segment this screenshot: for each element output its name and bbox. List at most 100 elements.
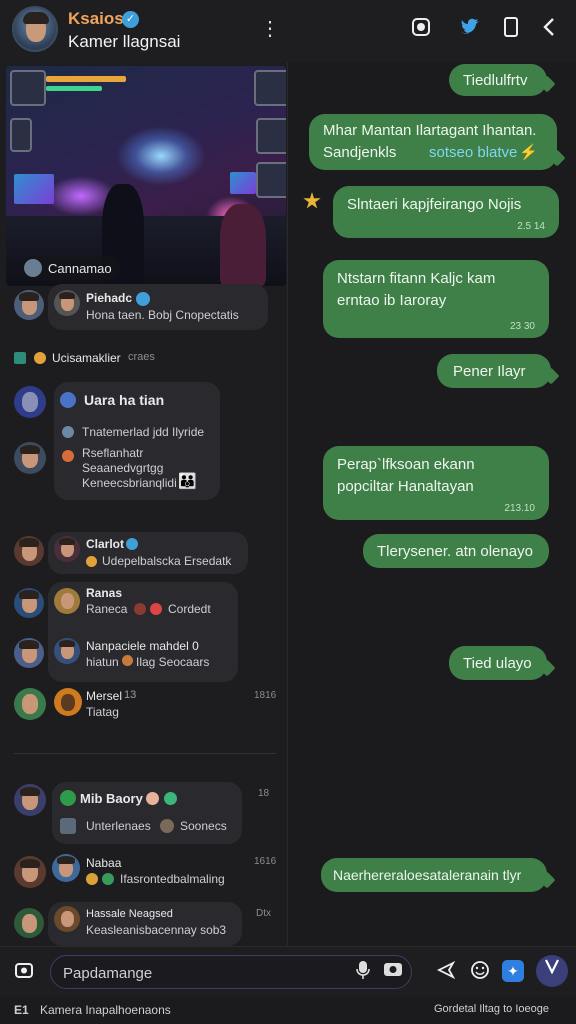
avatar[interactable] [14,442,46,474]
message-bubble[interactable]: Mhar Mantan Ilartagant Ihantan. Sandjenk… [309,114,566,170]
emoji-icon [122,655,133,666]
star-icon[interactable] [303,192,321,209]
message-input-wrap [50,955,412,989]
message-text: Pener Ilayr [453,363,526,380]
figure-silhouette [220,204,266,286]
row-title: Piehadc [86,291,133,305]
camera-icon[interactable] [12,960,36,984]
row-preview: Raneca [86,602,128,616]
message-text: Ntstarn fitann Kaljc kam [337,270,496,287]
row-title: Ranas [86,586,123,600]
caption-avatar [24,259,42,277]
row-extra: Ilag Seocaars [136,655,210,669]
row-preview: Udepelbalscka Ersedatk [102,554,232,568]
row-title: Hassale Neagsed [86,908,173,920]
row-extra: Cordedt [168,602,211,616]
message-bubble[interactable]: Tlerysener. atn olenayo [363,534,549,568]
chat-row[interactable] [48,284,268,330]
row-preview: Tiatag [86,705,119,719]
emoji-icon [150,603,162,615]
hero-media-image[interactable]: Cannamao [6,66,286,286]
camera-icon[interactable] [381,960,405,984]
message-bubble[interactable]: Pener Ilayr [437,354,560,388]
row-title: Mib Baory [80,791,143,806]
footer-left-text: Kamera Inapalhoenaons [40,1003,171,1017]
hud-bar-secondary [46,86,102,91]
row-preview: Unterlenaes [86,819,151,833]
message-time: 23 30 [509,321,535,332]
bot-icon[interactable] [536,955,568,987]
emoji-icon [86,873,98,885]
alert-icon [62,450,74,462]
hero-avatar-thumb [10,70,46,106]
plus-icon[interactable]: ✦ [502,960,524,982]
avatar [54,588,80,614]
message-time: 213.10 [504,503,535,514]
avatar[interactable] [14,856,46,888]
footer-right-text: Gordetal Iltag to Ioeoge [434,1003,549,1015]
row-preview: Hona taen. Bobj Cnopectatis [86,308,239,322]
emoji-icon [34,352,46,364]
back-chevron-icon[interactable] [536,16,562,42]
row-extra: Soonecs [180,819,227,833]
contact-name-top[interactable]: Ksaios [68,9,124,29]
avatar [52,854,80,882]
hero-avatar-thumb [256,162,286,198]
emoji-picker-icon[interactable] [468,960,492,984]
contact-avatar[interactable] [12,6,58,52]
keyboard-icon[interactable]: E1 [14,1003,29,1017]
message-bubble[interactable]: Tied ulayo [449,646,556,680]
contact-name-bottom[interactable]: Kamer llagnsai [68,32,180,52]
thumbnail-icon [60,818,76,834]
avatar[interactable] [14,588,44,618]
avatar [54,290,80,316]
message-time: 2.5 14 [517,221,545,232]
message-bubble[interactable]: Tiedlulfrtv [449,64,556,96]
message-bubble[interactable]: Ntstarn fitann Kaljc kam erntao ib Iaror… [323,260,549,338]
globe-icon [60,392,76,408]
list-divider [14,753,276,754]
avatar [54,688,82,716]
avatar[interactable] [14,688,46,720]
avatar[interactable] [14,536,44,566]
avatar[interactable] [14,908,44,938]
twitter-icon[interactable] [458,16,484,42]
avatar [54,536,80,562]
hero-avatar-thumb [254,70,286,106]
emoji-icon [102,873,114,885]
message-bubble[interactable]: Slntaeri kapjfeirango Nojis 2.5 14 [333,186,559,238]
row-title: Uara ha tian [84,392,165,408]
message-input[interactable] [61,962,341,984]
section-title: Ucisamaklier [52,351,121,365]
avatar[interactable] [14,290,44,320]
row-title: Mersel [86,689,123,703]
mic-icon[interactable] [351,960,375,984]
message-bubble[interactable]: Perap`lfksoan ekann popciltar Hanaltayan… [323,446,549,520]
monitor-screen [230,172,256,194]
avatar[interactable] [14,386,46,418]
composer-bar: ✦ [0,946,576,996]
phone-icon[interactable] [498,16,524,42]
avatar[interactable] [14,638,44,668]
message-text: erntao ib Iaroray [337,292,447,309]
chat-list-panel: Cannamao Piehadc Hona taen. Bobj Cnopect… [0,62,288,946]
camera-icon[interactable] [408,16,434,42]
row-preview: Keasleanisbacennay sob3 [86,923,227,937]
hero-caption-text: Cannamao [48,260,112,276]
emoji-icon: ⚡ [519,144,538,161]
row-time: Dtx [256,908,271,919]
message-text: Mhar Mantan Ilartagant Ihantan. [323,122,537,139]
message-text: Tied ulayo [463,655,532,672]
emoji-icon [134,603,146,615]
emoji-icon [164,792,177,805]
avatar[interactable] [14,784,46,816]
message-bubble[interactable]: Naerhereraloesataleranain tlyr [321,858,556,892]
send-icon[interactable] [434,960,458,984]
kebab-icon[interactable]: ⋮ [260,14,280,44]
monitor-screen [14,174,54,204]
hero-caption: Cannamao [20,256,120,280]
verified-badge-icon: ✓ [122,11,139,28]
verified-badge-icon [126,538,138,550]
avatar [54,906,80,932]
row-time: 1616 [254,856,277,867]
